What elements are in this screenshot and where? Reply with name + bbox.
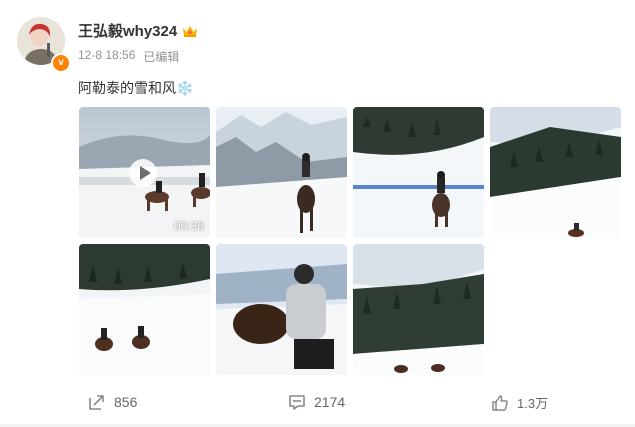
- comment-count: 2174: [314, 394, 346, 410]
- verified-badge-icon: v: [51, 53, 71, 73]
- repost-icon: [89, 395, 104, 410]
- like-button[interactable]: 1.3万: [491, 393, 548, 412]
- comment-icon: [289, 395, 305, 410]
- thumbs-up-icon: [492, 394, 508, 411]
- post-text: 阿勒泰的雪和风❄️: [78, 80, 194, 96]
- media-item-image[interactable]: [353, 107, 484, 238]
- play-icon[interactable]: [129, 159, 157, 187]
- comment-button[interactable]: 2174: [288, 393, 345, 411]
- weibo-post: v 王弘毅why324 12-8 18:56 已编辑 阿勒泰的雪和风❄️ 00:…: [0, 0, 635, 427]
- crown-badge-icon[interactable]: [181, 24, 199, 38]
- edited-label[interactable]: 已编辑: [143, 48, 179, 65]
- repost-button[interactable]: 856: [88, 393, 137, 411]
- video-duration: 00:36: [173, 219, 204, 233]
- media-grid: 00:36: [79, 107, 621, 375]
- post-meta: 12-8 18:56 已编辑: [78, 48, 179, 65]
- like-count: 1.3万: [517, 396, 549, 411]
- media-item-image[interactable]: [216, 244, 347, 375]
- post-date[interactable]: 12-8 18:56: [78, 48, 135, 65]
- username[interactable]: 王弘毅why324: [78, 20, 199, 41]
- media-item-image[interactable]: [353, 244, 484, 375]
- media-item-image[interactable]: [490, 107, 621, 238]
- repost-count: 856: [114, 394, 138, 410]
- media-item-image[interactable]: [79, 244, 210, 375]
- avatar[interactable]: v: [17, 17, 71, 73]
- post-actions: 856 2174 1.3万: [0, 393, 635, 417]
- media-item-image[interactable]: [216, 107, 347, 238]
- username-text[interactable]: 王弘毅why324: [78, 20, 177, 41]
- media-item-video[interactable]: 00:36: [79, 107, 210, 238]
